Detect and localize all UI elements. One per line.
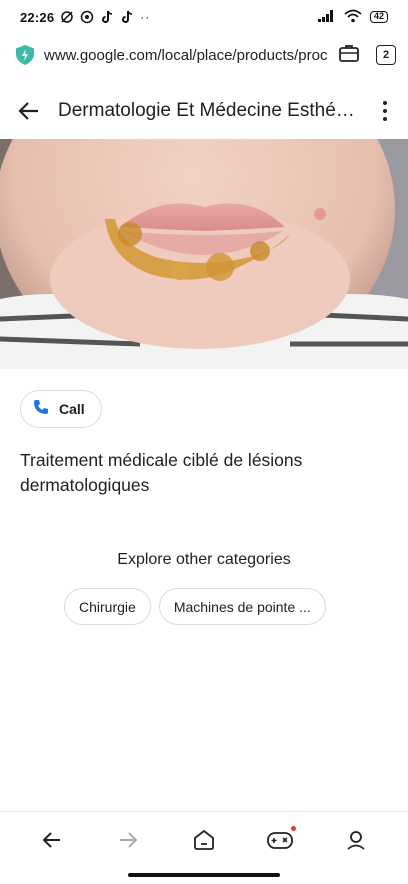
call-label: Call bbox=[59, 401, 85, 417]
call-button[interactable]: Call bbox=[20, 390, 102, 428]
page-title: Dermatologie Et Médecine Esthéti... bbox=[58, 100, 358, 121]
browser-bottom-nav bbox=[0, 811, 408, 867]
muted-alarm-icon bbox=[60, 10, 74, 24]
shield-icon[interactable] bbox=[14, 44, 36, 66]
briefcase-icon[interactable] bbox=[338, 43, 360, 68]
browser-url-bar: www.google.com/local/place/products/proc… bbox=[0, 36, 408, 74]
product-description: Traitement médicale ciblé de lésions der… bbox=[20, 450, 303, 495]
battery-icon: 42 bbox=[369, 11, 388, 23]
gesture-home-bar[interactable] bbox=[128, 873, 280, 877]
more-options-icon[interactable] bbox=[374, 98, 396, 124]
page-header: Dermatologie Et Médecine Esthéti... bbox=[0, 84, 408, 138]
notification-icons: ·· bbox=[60, 10, 150, 24]
product-image bbox=[0, 139, 408, 369]
status-time: 22:26 bbox=[20, 9, 55, 25]
tiktok-icon bbox=[120, 10, 134, 24]
tab-switcher-button[interactable]: 2 bbox=[376, 45, 396, 65]
url-field[interactable]: www.google.com/local/place/products/proc bbox=[44, 47, 332, 64]
arrow-left-icon[interactable] bbox=[16, 98, 42, 124]
whatsapp-icon bbox=[80, 10, 94, 24]
category-chip-machines[interactable]: Machines de pointe ... bbox=[158, 588, 326, 625]
more-notifications-indicator: ·· bbox=[140, 10, 151, 24]
category-chips: Chirurgie Machines de pointe ... bbox=[64, 588, 326, 625]
arrow-left-icon[interactable] bbox=[32, 820, 72, 860]
notification-dot bbox=[291, 825, 296, 831]
wifi-icon bbox=[344, 9, 362, 26]
status-bar: 22:26 ·· 42 bbox=[0, 0, 408, 34]
gamepad-icon[interactable] bbox=[260, 820, 300, 860]
home-icon[interactable] bbox=[184, 820, 224, 860]
profile-icon[interactable] bbox=[336, 820, 376, 860]
signal-icon bbox=[317, 9, 336, 25]
category-chip-chirurgie[interactable]: Chirurgie bbox=[64, 588, 151, 625]
phone-icon bbox=[33, 399, 49, 420]
arrow-right-icon[interactable] bbox=[108, 820, 148, 860]
tiktok-icon bbox=[100, 10, 114, 24]
explore-title: Explore other categories bbox=[117, 551, 291, 568]
